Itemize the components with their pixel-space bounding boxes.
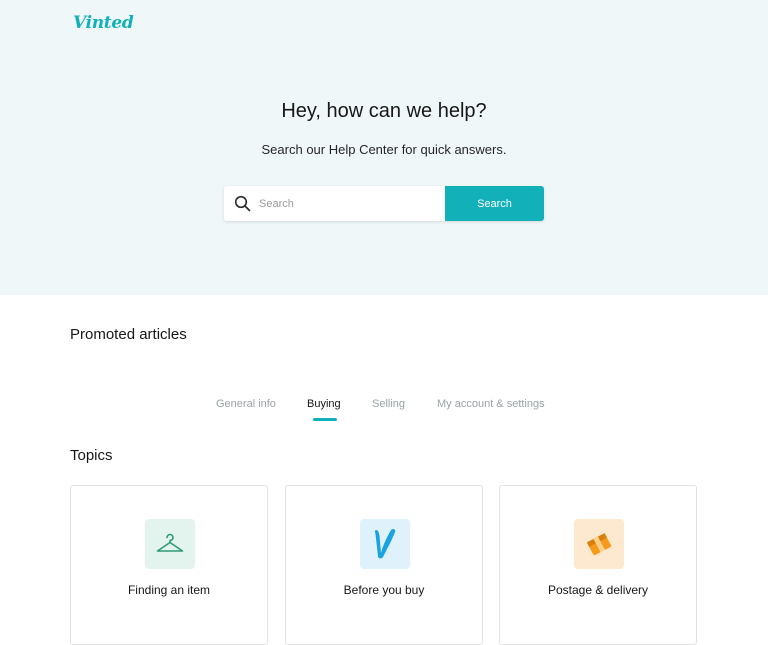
help-search-form: Search [224, 186, 544, 221]
tab-buying[interactable]: Buying [307, 398, 341, 410]
vinted-logo[interactable]: Vinted [73, 13, 134, 33]
hero-title: Hey, how can we help? [281, 100, 487, 122]
active-tab-indicator [313, 418, 337, 421]
hero-subtitle: Search our Help Center for quick answers… [261, 142, 507, 157]
search-input[interactable] [259, 188, 429, 219]
topic-card-label: Finding an item [127, 583, 211, 597]
topic-card-before-you-buy[interactable]: Before you buy [285, 485, 483, 645]
topic-card-finding-an-item[interactable]: Finding an item [70, 485, 268, 645]
search-field[interactable] [224, 186, 445, 221]
tab-my-account-settings[interactable]: My account & settings [437, 398, 545, 410]
promoted-tabs: General info Buying Selling My account &… [0, 398, 768, 424]
tab-selling[interactable]: Selling [372, 398, 405, 410]
topic-card-label: Postage & delivery [547, 583, 649, 597]
tab-general-info[interactable]: General info [216, 398, 276, 410]
hero-section: Vinted Hey, how can we help? Search our … [0, 0, 768, 295]
topic-card-postage-delivery[interactable]: Postage & delivery [499, 485, 697, 645]
package-icon [574, 519, 624, 569]
search-icon [234, 195, 251, 212]
topics-heading: Topics [70, 447, 113, 464]
topic-card-label: Before you buy [343, 583, 425, 597]
promoted-articles-heading: Promoted articles [70, 326, 187, 343]
hanger-icon [145, 519, 195, 569]
vinted-v-icon [360, 519, 410, 569]
search-button[interactable]: Search [445, 186, 544, 221]
